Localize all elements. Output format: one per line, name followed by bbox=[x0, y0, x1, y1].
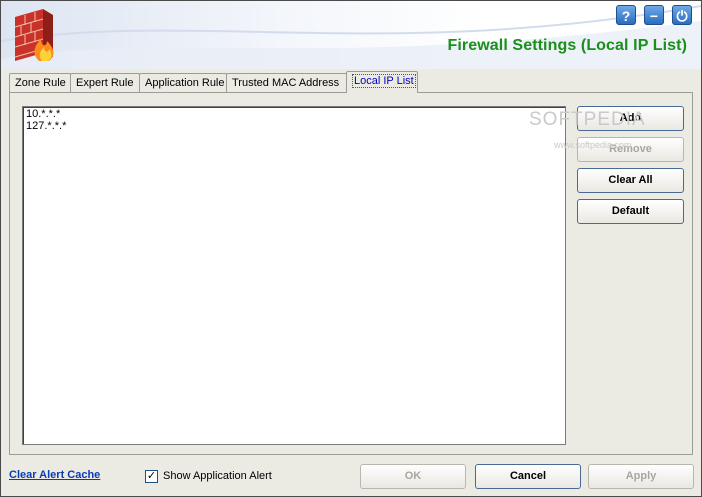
local-ip-listbox[interactable]: 10.*.*.* 127.*.*.* bbox=[22, 106, 566, 445]
header-swoosh-decoration bbox=[1, 5, 701, 69]
show-application-alert-label[interactable]: Show Application Alert bbox=[163, 470, 272, 482]
watermark-url: www.softpedia.com bbox=[554, 140, 632, 150]
tab-local-ip-list[interactable]: Local IP List bbox=[346, 71, 418, 93]
tab-trusted-mac-address[interactable]: Trusted MAC Address bbox=[226, 73, 347, 92]
help-button[interactable]: ? bbox=[616, 5, 636, 25]
power-button[interactable]: ⏻ bbox=[672, 5, 692, 25]
list-item[interactable]: 127.*.*.* bbox=[26, 120, 562, 132]
list-item[interactable]: 10.*.*.* bbox=[26, 108, 562, 120]
clear-all-button[interactable]: Clear All bbox=[577, 168, 684, 193]
cancel-button[interactable]: Cancel bbox=[475, 464, 581, 489]
minimize-button[interactable]: − bbox=[644, 5, 664, 25]
tab-zone-rule[interactable]: Zone Rule bbox=[9, 73, 71, 92]
header-banner: ? − ⏻ Firewall Settings (Local IP List) bbox=[1, 1, 701, 69]
tab-expert-rule[interactable]: Expert Rule bbox=[70, 73, 140, 92]
tab-application-rule[interactable]: Application Rule bbox=[139, 73, 227, 92]
show-application-alert-checkbox[interactable]: ✓ bbox=[145, 470, 158, 483]
firewall-settings-window: ? − ⏻ Firewall Settings (Local IP List) … bbox=[0, 0, 702, 497]
firewall-logo-icon bbox=[14, 9, 54, 61]
default-button[interactable]: Default bbox=[577, 199, 684, 224]
window-title: Firewall Settings (Local IP List) bbox=[447, 37, 687, 54]
watermark-text: SOFTPEDIA bbox=[529, 109, 646, 130]
clear-alert-cache-link[interactable]: Clear Alert Cache bbox=[9, 469, 100, 481]
apply-button[interactable]: Apply bbox=[588, 464, 694, 489]
tab-local-ip-list-label: Local IP List bbox=[352, 74, 416, 88]
ok-button[interactable]: OK bbox=[360, 464, 466, 489]
